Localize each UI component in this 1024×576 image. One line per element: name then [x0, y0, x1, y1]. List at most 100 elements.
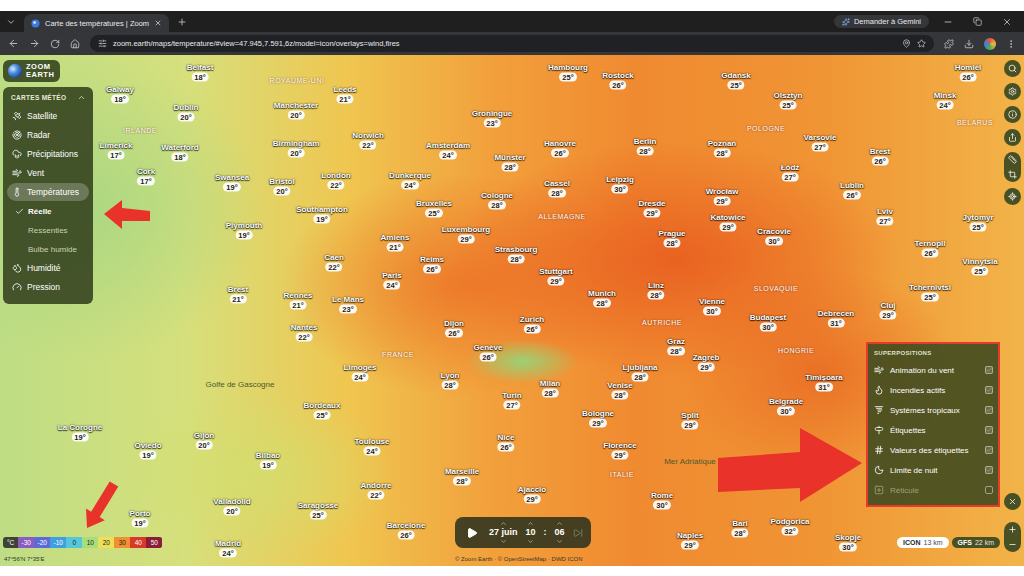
city-pin[interactable]: Groningue23°	[472, 109, 512, 128]
hour-picker[interactable]: 10	[526, 520, 536, 545]
overlay-checkbox[interactable]	[985, 446, 993, 454]
city-pin[interactable]: Gijón20°	[194, 431, 214, 450]
play-button[interactable]	[463, 524, 481, 542]
city-pin[interactable]: Brest21°	[228, 285, 248, 304]
overlay-row[interactable]: Incendies actifs	[874, 380, 993, 400]
extensions-icon[interactable]	[944, 39, 954, 49]
skip-to-now-button[interactable]	[573, 528, 583, 538]
city-pin[interactable]: Linz28°	[647, 281, 664, 300]
city-pin[interactable]: Barcelone26°	[387, 521, 426, 540]
weather-map-item[interactable]: Humidité	[7, 259, 89, 277]
city-pin[interactable]: Münster28°	[494, 153, 525, 172]
overlay-row[interactable]: Systèmes tropicaux	[874, 400, 993, 420]
city-pin[interactable]: Amsterdam24°	[426, 141, 470, 160]
chevron-down-icon[interactable]	[556, 538, 563, 545]
city-pin[interactable]: Bruxelles25°	[416, 199, 452, 218]
city-pin[interactable]: Plymouth19°	[226, 221, 262, 240]
city-pin[interactable]: Katowice29°	[710, 213, 745, 232]
overlay-checkbox[interactable]	[985, 386, 993, 394]
city-pin[interactable]: Reims26°	[420, 255, 444, 274]
browser-tab[interactable]: Carte des températures | Zoom	[24, 14, 169, 32]
ruler-icon[interactable]	[1008, 155, 1017, 164]
city-pin[interactable]: Cork17°	[137, 167, 155, 186]
city-pin[interactable]: Florence29°	[603, 441, 636, 460]
city-pin[interactable]: Marseille28°	[445, 467, 479, 486]
overlay-checkbox[interactable]	[985, 486, 993, 494]
city-pin[interactable]: Ljubljana28°	[622, 363, 657, 382]
back-arrow-icon[interactable]	[8, 38, 19, 49]
city-pin[interactable]: Rostock26°	[602, 71, 634, 90]
model-chip[interactable]: ICON13 km	[897, 537, 949, 548]
overlay-row[interactable]: Réticule	[874, 480, 993, 500]
city-pin[interactable]: Strasbourg28°	[495, 245, 538, 264]
weather-map-item[interactable]: Vent	[7, 164, 89, 182]
city-pin[interactable]: Cologne28°	[481, 191, 513, 210]
city-pin[interactable]: Cracovie30°	[757, 227, 791, 246]
city-pin[interactable]: Le Mans23°	[332, 295, 364, 314]
city-pin[interactable]: Vienne30°	[699, 297, 725, 316]
city-pin[interactable]: Poznań28°	[708, 139, 736, 158]
location-icon[interactable]	[902, 39, 911, 48]
overlay-row[interactable]: Animation du vent	[874, 360, 993, 380]
date-picker[interactable]: 27 juin	[489, 520, 518, 545]
city-pin[interactable]: Venise28°	[607, 381, 632, 400]
city-pin[interactable]: Cluj29°	[879, 301, 896, 320]
city-pin[interactable]: Ternopil26°	[915, 239, 946, 258]
city-pin[interactable]: Rennes21°	[284, 291, 313, 310]
city-pin[interactable]: Belgrade30°	[769, 397, 803, 416]
model-chip[interactable]: GFS22 km	[952, 537, 1000, 548]
city-pin[interactable]: Jytomyr25°	[962, 213, 993, 232]
locate-button[interactable]	[1004, 188, 1021, 205]
city-pin[interactable]: Olsztyn25°	[774, 91, 803, 110]
city-pin[interactable]: Brest26°	[870, 147, 890, 166]
city-pin[interactable]: Porto19°	[130, 509, 151, 528]
temperature-map[interactable]: Golfe de GascogneMer AdriatiqueROYAUME-U…	[0, 55, 1024, 566]
weather-submap-item[interactable]: Bulbe humide	[7, 240, 89, 258]
city-pin[interactable]: Dunkerque24°	[389, 171, 431, 190]
city-pin[interactable]: London22°	[321, 171, 350, 190]
chevron-up-icon[interactable]	[527, 520, 534, 527]
crop-icon[interactable]	[1008, 170, 1017, 179]
search-button[interactable]	[1004, 60, 1021, 77]
profile-avatar[interactable]	[984, 38, 996, 50]
city-pin[interactable]: Lublin26°	[840, 181, 864, 200]
chevron-down-icon[interactable]	[500, 538, 507, 545]
city-pin[interactable]: Madrid24°	[215, 539, 241, 558]
city-pin[interactable]: Toulouse24°	[355, 437, 390, 456]
city-pin[interactable]: Bari28°	[731, 519, 748, 538]
city-pin[interactable]: Rome30°	[651, 491, 673, 510]
city-pin[interactable]: Dijon26°	[444, 319, 464, 338]
weather-map-item[interactable]: Précipitations	[7, 145, 89, 163]
city-pin[interactable]: Limoges24°	[344, 363, 377, 382]
city-pin[interactable]: Hanovre26°	[544, 139, 576, 158]
city-pin[interactable]: Podgorica32°	[770, 517, 809, 536]
city-pin[interactable]: Bordeaux25°	[304, 401, 341, 420]
weather-map-item[interactable]: Radar	[7, 126, 89, 144]
site-settings-icon[interactable]	[98, 39, 107, 48]
city-pin[interactable]: Bilbao19°	[256, 451, 280, 470]
forward-arrow-icon[interactable]	[29, 38, 40, 49]
overlay-checkbox[interactable]	[985, 406, 993, 414]
weather-map-item[interactable]: Pression	[7, 278, 89, 296]
weather-submap-item[interactable]: Ressenties	[7, 221, 89, 239]
city-pin[interactable]: Minsk24°	[934, 91, 957, 110]
city-pin[interactable]: Graz28°	[667, 337, 685, 356]
city-pin[interactable]: Dresde29°	[638, 199, 665, 218]
city-pin[interactable]: Split29°	[681, 411, 698, 430]
overlay-checkbox[interactable]	[985, 426, 993, 434]
city-pin[interactable]: Debrecen31°	[818, 309, 854, 328]
city-pin[interactable]: Tchernivtsi25°	[909, 283, 951, 302]
city-pin[interactable]: Homiel26°	[955, 63, 982, 82]
city-pin[interactable]: Turin27°	[502, 391, 521, 410]
city-pin[interactable]: Limerick17°	[100, 141, 133, 160]
overlay-row[interactable]: Limite de nuit	[874, 460, 993, 480]
close-tab-icon[interactable]	[154, 19, 162, 27]
weather-maps-header[interactable]: CARTES MÉTÉO	[7, 93, 89, 106]
chevron-up-icon[interactable]	[556, 520, 563, 527]
city-pin[interactable]: Łódź27°	[781, 163, 800, 182]
city-pin[interactable]: Hambourg25°	[548, 63, 588, 82]
city-pin[interactable]: Zagreb29°	[693, 353, 720, 372]
city-pin[interactable]: Swansea19°	[215, 173, 249, 192]
city-pin[interactable]: Nice26°	[497, 433, 514, 452]
city-pin[interactable]: Lyon28°	[441, 371, 460, 390]
